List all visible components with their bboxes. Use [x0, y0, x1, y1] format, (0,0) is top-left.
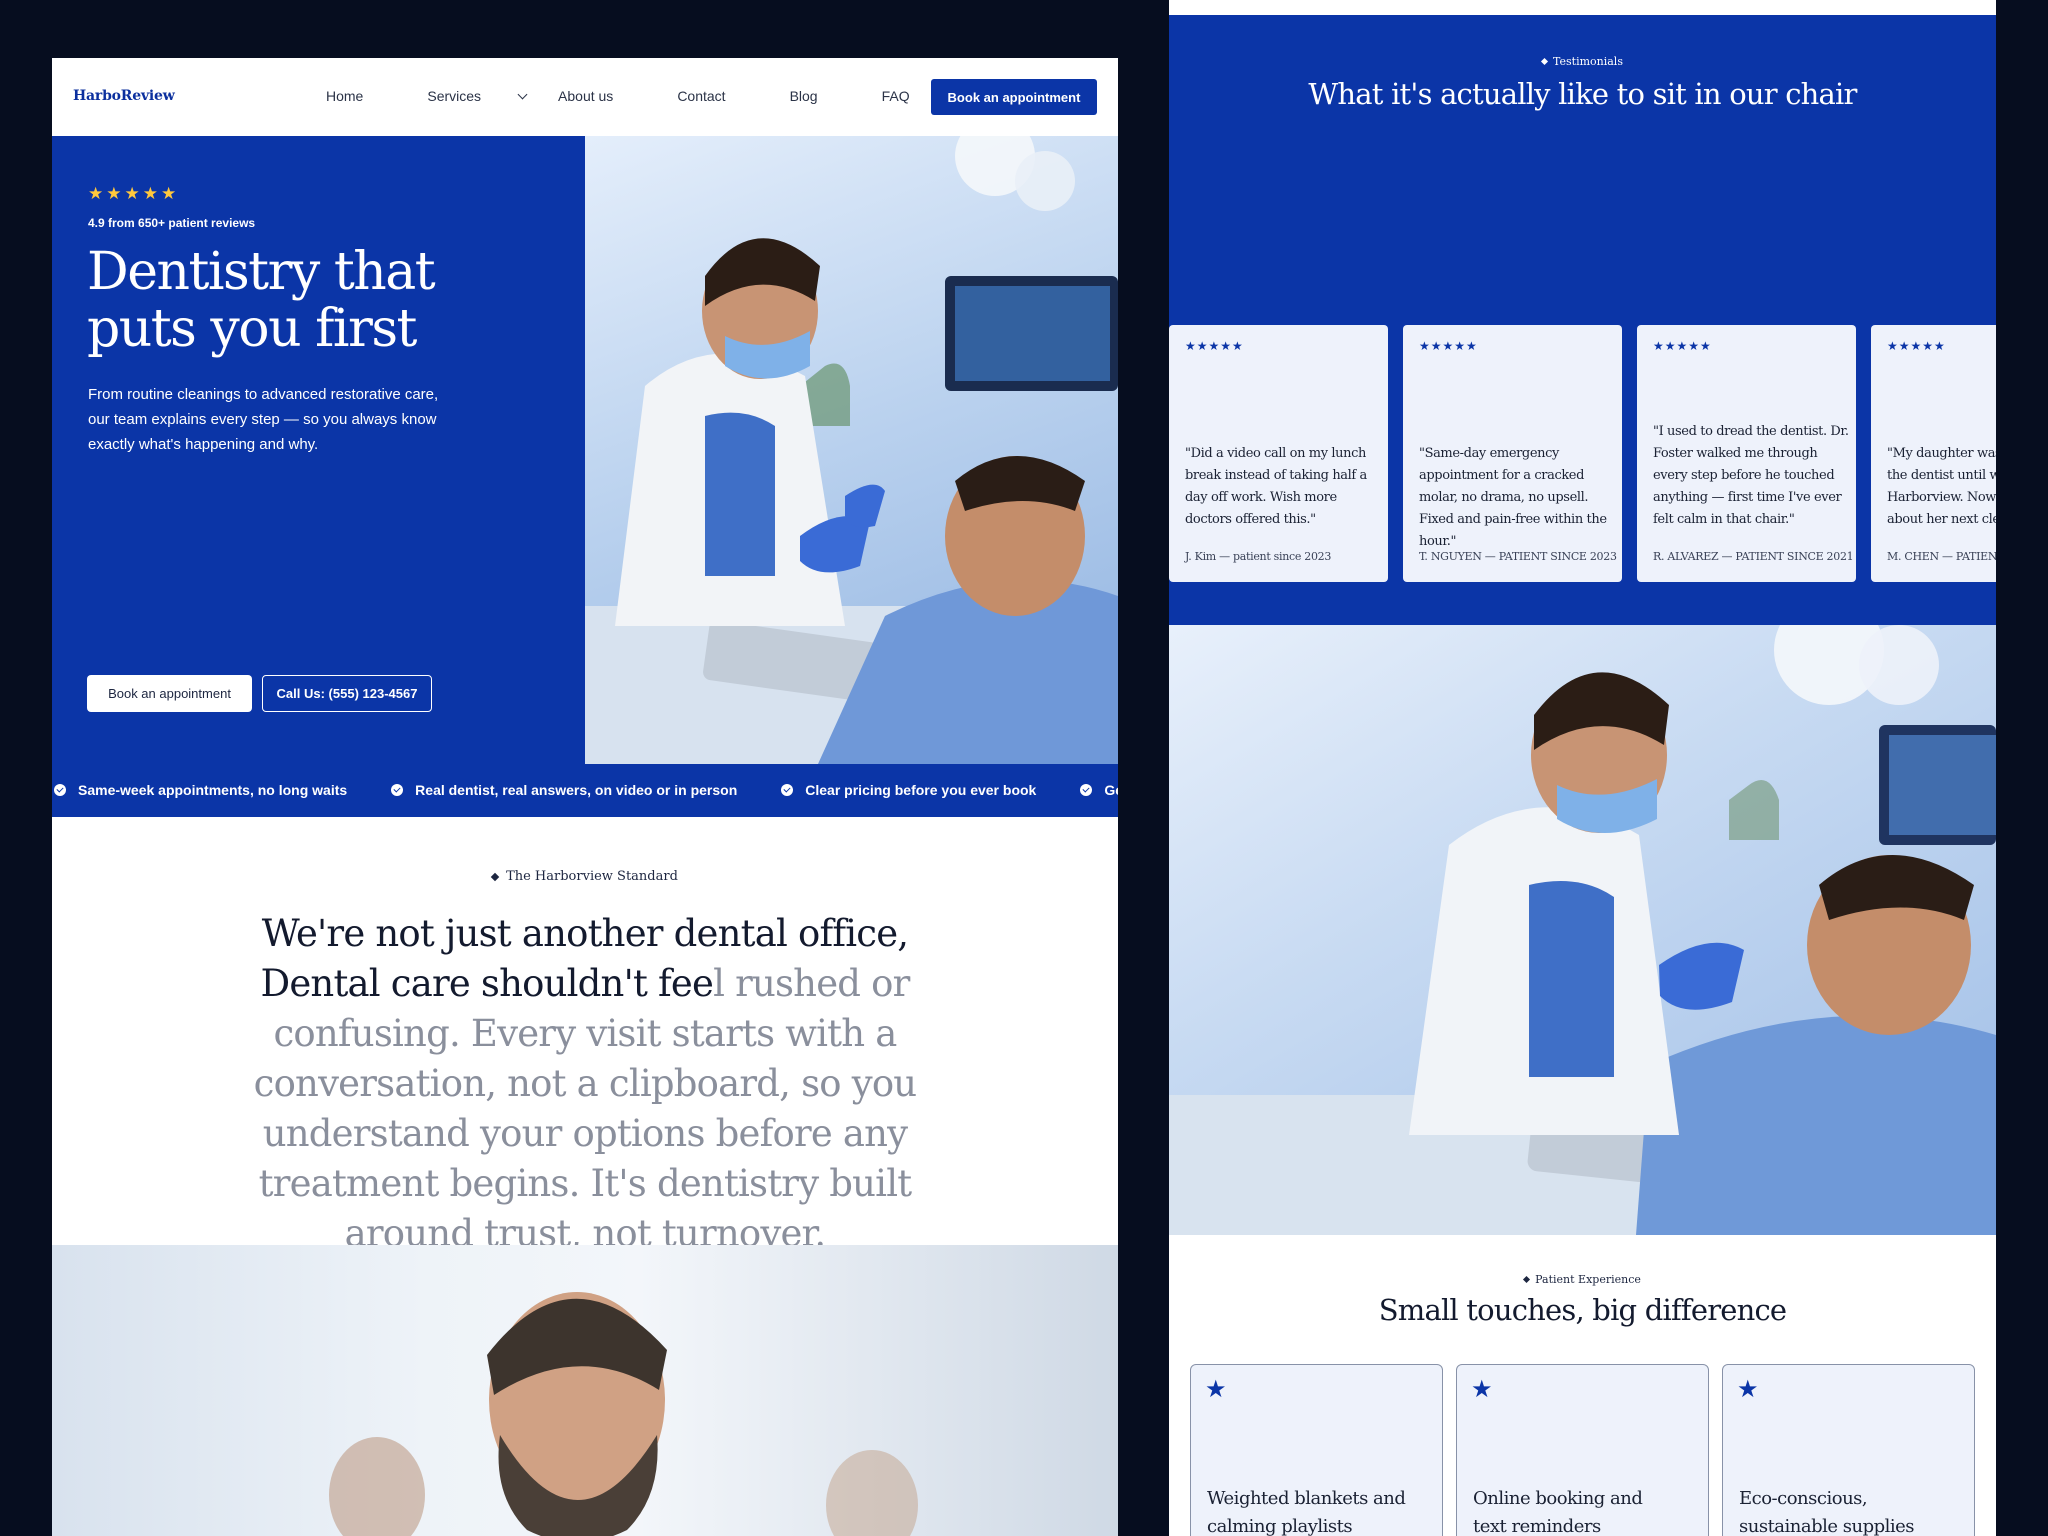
- top-navigation: HarboReview Home Services About us Conta…: [52, 58, 1118, 136]
- card-stars-icon: ★★★★★: [1185, 339, 1244, 353]
- patient-experience-section: Patient Experience Small touches, big di…: [1169, 1235, 1996, 1536]
- landing-page-right: Testimonials What it's actually like to …: [1169, 0, 1996, 1536]
- experience-card[interactable]: ★ Eco-conscious, sustainable supplies: [1722, 1364, 1975, 1536]
- nav-book-appointment-button[interactable]: Book an appointment: [931, 79, 1097, 115]
- testimonials-title: What it's actually like to sit in our ch…: [1308, 77, 1857, 111]
- testimonial-card[interactable]: ★★★★★ "I used to dread the dentist. Dr. …: [1637, 325, 1856, 582]
- testimonial-author: M. CHEN — PATIENT SINCE 2022: [1887, 550, 1996, 563]
- testimonial-card[interactable]: ★★★★★ "Same-day emergency appointment fo…: [1403, 325, 1622, 582]
- dentist-patient-illustration: [585, 136, 1118, 764]
- nav-services[interactable]: Services: [427, 88, 528, 104]
- testimonial-author: J. Kim — patient since 2023: [1185, 550, 1332, 563]
- nav-about[interactable]: About us: [558, 88, 645, 104]
- experience-card-text: Online booking and text reminders: [1473, 1488, 1643, 1536]
- marquee-item-label: Real dentist, real answers, on video or …: [415, 782, 738, 798]
- testimonials-section: Testimonials What it's actually like to …: [1169, 15, 1996, 625]
- check-circle-icon: [391, 784, 404, 796]
- standard-eyebrow: The Harborview Standard: [52, 869, 1118, 884]
- standard-section: The Harborview Standard We're not just a…: [52, 817, 1118, 1305]
- nav-home-label: Home: [326, 88, 364, 104]
- rating-text: 4.9 from 650+ patient reviews: [88, 216, 256, 230]
- testimonial-cards: ★★★★★ "Did a video call on my lunch brea…: [1169, 325, 1996, 582]
- experience-card-text: Eco-conscious, sustainable supplies: [1739, 1488, 1915, 1536]
- nav-blog[interactable]: Blog: [790, 88, 850, 104]
- star-icon: ★: [1205, 1376, 1227, 1403]
- benefits-marquee: Same-week appointments, no long waits Re…: [52, 764, 1118, 817]
- star-icon: ★: [1471, 1376, 1493, 1403]
- nav-contact[interactable]: Contact: [677, 88, 757, 104]
- nav-contact-label: Contact: [677, 88, 726, 104]
- testimonial-quote: "I used to dread the dentist. Dr. Foster…: [1653, 424, 1849, 527]
- marquee-item-label: Same-week appointments, no long waits: [78, 782, 348, 798]
- check-circle-icon: [1080, 784, 1093, 796]
- landing-page-left: HarboReview Home Services About us Conta…: [52, 58, 1118, 1536]
- testimonials-eyebrow-label: Testimonials: [1553, 55, 1623, 68]
- testimonial-card[interactable]: ★★★★★ "My daughter was scared of the den…: [1871, 325, 1996, 582]
- dentist-patient-illustration-2: [1169, 625, 1996, 1235]
- dentist-patient-photo-2: [1169, 625, 1996, 1235]
- marquee-item: Same-week appointments, no long waits: [54, 782, 347, 798]
- hero-book-appointment-button[interactable]: Book an appointment: [87, 675, 252, 712]
- testimonial-author: T. NGUYEN — PATIENT SINCE 2023: [1419, 550, 1617, 563]
- card-stars-icon: ★★★★★: [1653, 339, 1712, 353]
- testimonial-quote: "Same-day emergency appointment for a cr…: [1419, 446, 1607, 549]
- statement-muted-text: l rushed or confusing. Every visit start…: [253, 962, 917, 1255]
- standard-statement: We're not just another dental office, De…: [212, 909, 958, 1259]
- nav-faq-label: FAQ: [881, 88, 910, 104]
- team-illustration: [329, 1292, 918, 1536]
- card-stars-icon: ★★★★★: [1887, 339, 1946, 353]
- diamond-icon: [490, 872, 500, 881]
- testimonial-quote: "Did a video call on my lunch break inst…: [1185, 446, 1367, 527]
- chevron-down-icon: [517, 89, 528, 99]
- nav-services-label: Services: [427, 88, 482, 104]
- experience-card[interactable]: ★ Online booking and text reminders: [1456, 1364, 1709, 1536]
- check-circle-icon: [781, 784, 794, 796]
- nav-links: Home Services About us Contact Blog FAQ: [326, 88, 974, 104]
- diamond-icon: [1540, 57, 1549, 66]
- marquee-item: Clear pricing before you ever book: [781, 782, 1036, 798]
- star-icon: ★: [1737, 1376, 1759, 1403]
- rating-stars-icon: ★★★★★: [88, 184, 180, 203]
- hero-subtitle: From routine cleanings to advanced resto…: [88, 386, 439, 453]
- marquee-item-label: Gentle: [1104, 782, 1118, 798]
- testimonial-card[interactable]: ★★★★★ "Did a video call on my lunch brea…: [1169, 325, 1388, 582]
- diamond-icon: [1523, 1275, 1531, 1284]
- testimonial-author: R. ALVAREZ — PATIENT SINCE 2021: [1653, 550, 1854, 563]
- dentist-patient-photo: [585, 136, 1118, 764]
- experience-eyebrow-label: Patient Experience: [1535, 1273, 1641, 1286]
- marquee-item-label: Clear pricing before you ever book: [805, 782, 1037, 798]
- standard-eyebrow-label: The Harborview Standard: [506, 869, 678, 884]
- testimonial-quote: "My daughter was scared of the dentist u…: [1887, 446, 1996, 527]
- nav-home[interactable]: Home: [326, 88, 395, 104]
- experience-title: Small touches, big difference: [1378, 1293, 1787, 1327]
- check-circle-icon: [54, 784, 66, 796]
- testimonials-eyebrow: Testimonials: [1169, 55, 1996, 68]
- logo[interactable]: HarboReview: [73, 88, 175, 104]
- experience-card[interactable]: ★ Weighted blankets and calming playlist…: [1190, 1364, 1443, 1536]
- hero-title: Dentistry that puts you first: [87, 242, 436, 359]
- marquee-item: Real dentist, real answers, on video or …: [391, 782, 737, 798]
- experience-card-text: Weighted blankets and calming playlists: [1207, 1488, 1406, 1536]
- hero-call-button[interactable]: Call Us: (555) 123-4567: [262, 675, 432, 712]
- nav-about-label: About us: [558, 88, 614, 104]
- experience-eyebrow: Patient Experience: [1169, 1273, 1996, 1286]
- card-stars-icon: ★★★★★: [1419, 339, 1478, 353]
- experience-cards: ★ Weighted blankets and calming playlist…: [1190, 1364, 1988, 1536]
- hero-panel: ★★★★★ 4.9 from 650+ patient reviews Dent…: [52, 136, 585, 764]
- marquee-item: Gentle: [1080, 782, 1118, 798]
- nav-blog-label: Blog: [789, 88, 818, 104]
- team-photo: [52, 1245, 1118, 1536]
